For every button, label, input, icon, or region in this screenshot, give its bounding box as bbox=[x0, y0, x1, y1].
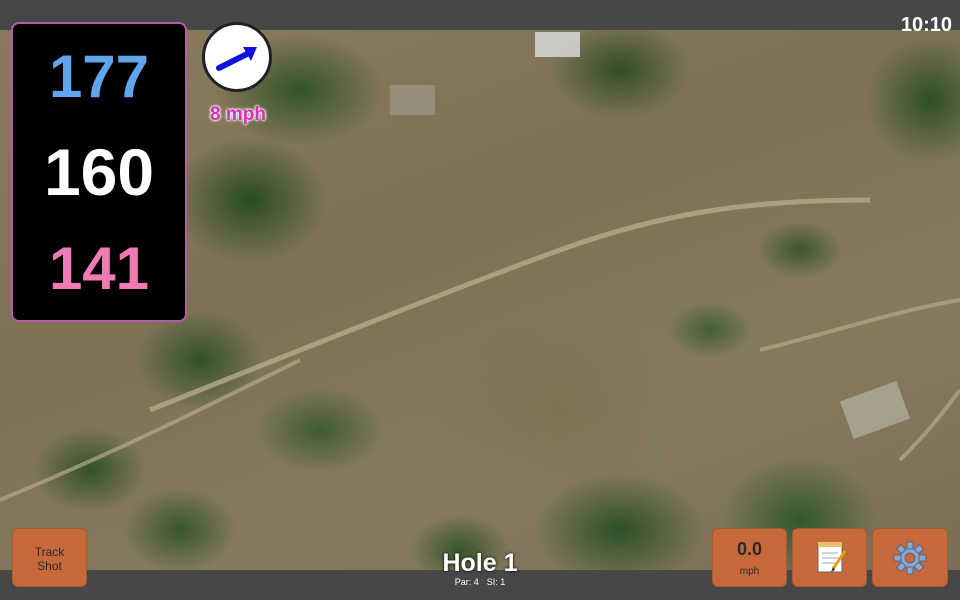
yardage-front: 141 bbox=[48, 235, 150, 302]
wind-direction-indicator bbox=[202, 22, 272, 92]
notepad-icon bbox=[817, 542, 847, 573]
clock: 10:10 bbox=[900, 14, 952, 36]
yardage-middle: 160 bbox=[43, 135, 155, 209]
hole-info: Par: 4 SI: 1 bbox=[380, 577, 580, 587]
yardage-panel: 177 160 141 bbox=[11, 22, 187, 322]
yardage-back: 177 bbox=[48, 43, 150, 110]
gear-icon bbox=[893, 541, 927, 575]
speed-unit: mph bbox=[739, 566, 760, 577]
settings-button[interactable] bbox=[872, 528, 948, 587]
hole-title: Hole 1 bbox=[442, 549, 518, 577]
speed-button[interactable]: 0.0 mph bbox=[712, 528, 787, 587]
wind-speed: 8 mph bbox=[210, 104, 266, 125]
hole-par: Par: 4 bbox=[454, 577, 479, 587]
speed-value: 0.0 bbox=[736, 539, 763, 559]
track-shot-label-1: Track bbox=[34, 545, 65, 559]
track-shot-button[interactable]: Track Shot bbox=[12, 528, 87, 587]
wind-direction-arrow-icon bbox=[216, 47, 257, 71]
hole-si: SI: 1 bbox=[486, 577, 506, 587]
track-shot-label-2: Shot bbox=[37, 559, 62, 573]
notes-button[interactable] bbox=[792, 528, 867, 587]
